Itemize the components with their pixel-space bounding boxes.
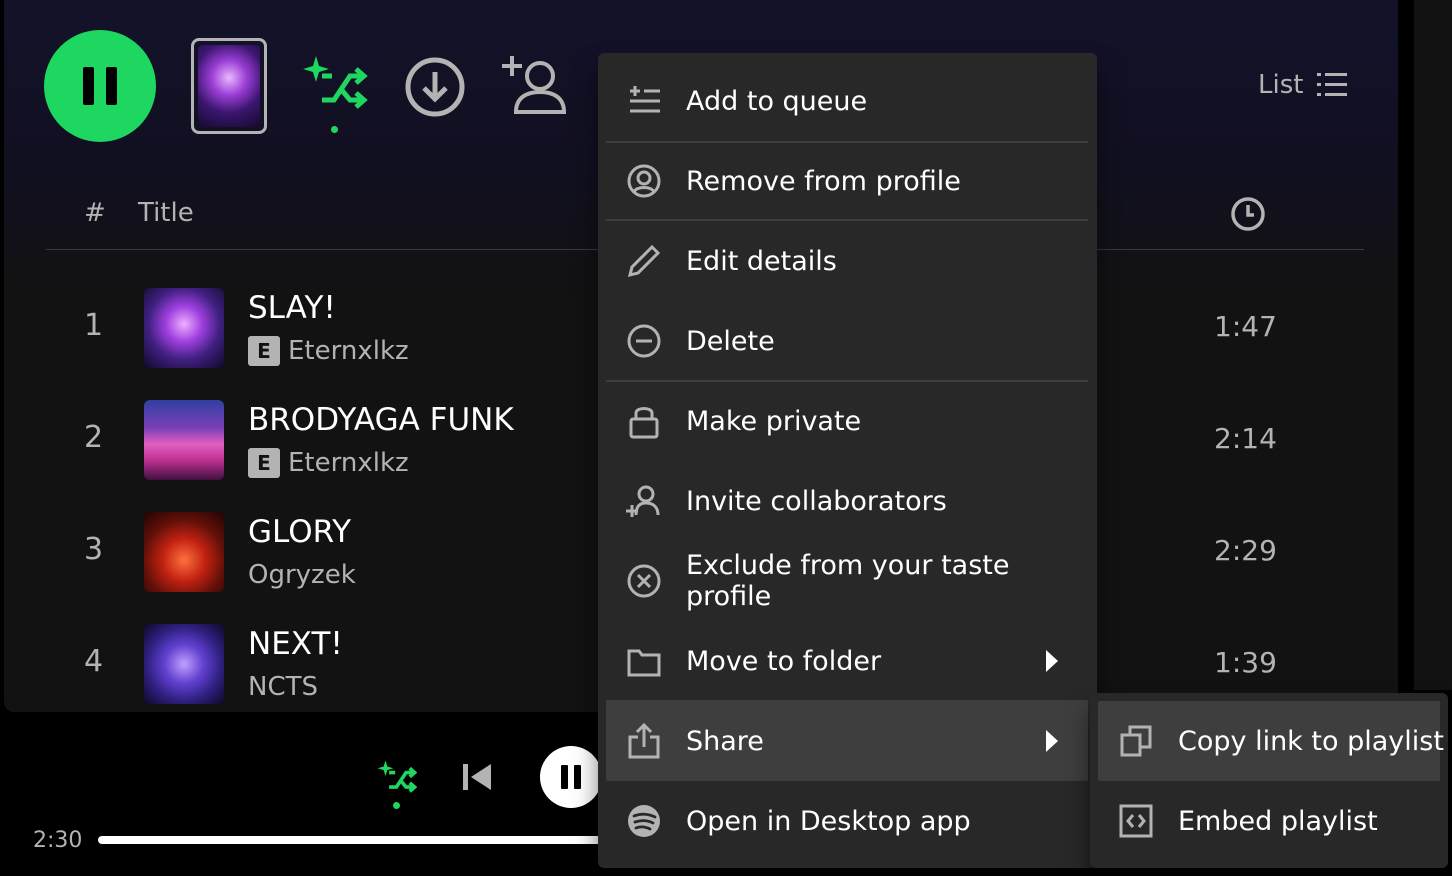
track-number: 3 xyxy=(84,532,104,567)
track-title[interactable]: SLAY! xyxy=(248,290,336,326)
explicit-badge: E xyxy=(248,448,280,478)
track-thumbnail xyxy=(144,512,224,592)
progress-bar[interactable] xyxy=(98,836,618,844)
add-to-queue-icon xyxy=(630,86,660,113)
column-header-number: # xyxy=(84,198,106,228)
context-menu: Add to queue Remove from profile Edit de… xyxy=(598,53,1097,868)
menu-item-share[interactable]: Share xyxy=(606,701,1088,781)
smart-shuffle-button[interactable] xyxy=(300,52,370,118)
minus-circle-icon xyxy=(627,324,661,358)
track-duration: 2:14 xyxy=(1214,422,1277,455)
pause-button[interactable] xyxy=(44,30,156,142)
menu-item-label: Remove from profile xyxy=(686,165,961,197)
menu-item-invite-collaborators[interactable]: Invite collaborators xyxy=(606,461,1088,541)
menu-item-label: Make private xyxy=(686,405,862,437)
track-artist: NCTS xyxy=(248,672,318,702)
clock-icon[interactable] xyxy=(1230,196,1266,232)
pause-icon xyxy=(561,765,568,789)
menu-item-label: Add to queue xyxy=(686,85,868,117)
menu-item-label: Embed playlist xyxy=(1178,805,1378,837)
track-artist: E Eternxlkz xyxy=(248,336,409,366)
smart-shuffle-icon xyxy=(303,56,368,109)
share-icon xyxy=(628,723,660,759)
download-icon xyxy=(405,57,465,117)
track-duration: 1:39 xyxy=(1214,646,1277,679)
menu-item-label: Move to folder xyxy=(686,645,882,677)
menu-item-label: Exclude from your taste profile xyxy=(686,550,1010,612)
spotify-icon xyxy=(628,805,660,837)
track-number: 1 xyxy=(84,308,104,343)
track-title[interactable]: NEXT! xyxy=(248,626,343,662)
artist-name[interactable]: Eternxlkz xyxy=(288,336,409,366)
skip-back-icon xyxy=(463,764,491,790)
active-indicator-dot xyxy=(331,126,338,133)
invite-collaborator-button[interactable] xyxy=(500,54,568,116)
list-icon xyxy=(1317,73,1348,96)
view-label: List xyxy=(1258,70,1304,100)
active-indicator-dot xyxy=(393,802,400,809)
artist-name[interactable]: NCTS xyxy=(248,672,318,702)
menu-item-label: Edit details xyxy=(686,245,837,277)
track-thumbnail xyxy=(144,288,224,368)
add-user-icon xyxy=(502,56,567,114)
x-circle-icon xyxy=(627,564,661,598)
menu-item-copy-link[interactable]: Copy link to playlist xyxy=(1098,701,1444,781)
copy-icon xyxy=(1120,725,1152,757)
artist-name[interactable]: Ogryzek xyxy=(248,560,356,590)
menu-item-label: Copy link to playlist xyxy=(1178,725,1444,757)
track-duration: 1:47 xyxy=(1214,310,1277,343)
folder-icon xyxy=(627,649,661,677)
track-number: 4 xyxy=(84,644,104,679)
track-thumbnail xyxy=(144,624,224,704)
track-thumbnail xyxy=(144,400,224,480)
add-user-icon xyxy=(626,485,660,517)
explicit-badge: E xyxy=(248,336,280,366)
share-submenu: Copy link to playlist Embed playlist xyxy=(1090,693,1448,868)
track-artist: E Eternxlkz xyxy=(248,448,409,478)
track-number: 2 xyxy=(84,420,104,455)
artist-name[interactable]: Eternxlkz xyxy=(288,448,409,478)
player-smart-shuffle-button[interactable] xyxy=(376,758,418,798)
download-button[interactable] xyxy=(404,56,466,118)
cover-image xyxy=(198,45,260,127)
lock-icon xyxy=(629,407,659,439)
pencil-icon xyxy=(627,244,661,278)
playlist-cover-button[interactable] xyxy=(191,38,267,134)
player-pause-button[interactable] xyxy=(540,746,602,808)
previous-track-button[interactable] xyxy=(460,760,494,794)
menu-item-label: Share xyxy=(686,725,764,757)
track-artist: Ogryzek xyxy=(248,560,356,590)
submenu-arrow-icon xyxy=(1046,730,1058,752)
menu-item-label: Invite collaborators xyxy=(686,485,947,517)
elapsed-time: 2:30 xyxy=(33,828,83,853)
pause-icon xyxy=(83,67,94,105)
smart-shuffle-icon xyxy=(377,760,417,793)
view-toggle[interactable]: List xyxy=(1258,70,1348,100)
menu-item-open-desktop-app[interactable]: Open in Desktop app xyxy=(606,781,1088,861)
embed-icon xyxy=(1119,804,1153,838)
menu-item-exclude-taste-profile[interactable]: Exclude from your taste profile xyxy=(606,541,1088,621)
right-sidebar-edge xyxy=(1414,0,1452,690)
track-duration: 2:29 xyxy=(1214,534,1277,567)
column-header-title[interactable]: Title xyxy=(138,198,194,228)
menu-item-label: Open in Desktop app xyxy=(686,805,971,837)
menu-item-edit-details[interactable]: Edit details xyxy=(606,221,1088,301)
menu-item-label: Delete xyxy=(686,325,775,357)
menu-item-move-to-folder[interactable]: Move to folder xyxy=(606,621,1088,701)
menu-item-delete[interactable]: Delete xyxy=(606,301,1088,381)
track-title[interactable]: GLORY xyxy=(248,514,351,550)
track-title[interactable]: BRODYAGA FUNK xyxy=(248,402,514,438)
menu-item-add-to-queue[interactable]: Add to queue xyxy=(606,61,1088,141)
submenu-arrow-icon xyxy=(1046,650,1058,672)
menu-item-remove-from-profile[interactable]: Remove from profile xyxy=(606,141,1088,221)
menu-item-make-private[interactable]: Make private xyxy=(606,381,1088,461)
profile-icon xyxy=(627,164,661,198)
menu-item-embed-playlist[interactable]: Embed playlist xyxy=(1098,781,1440,861)
